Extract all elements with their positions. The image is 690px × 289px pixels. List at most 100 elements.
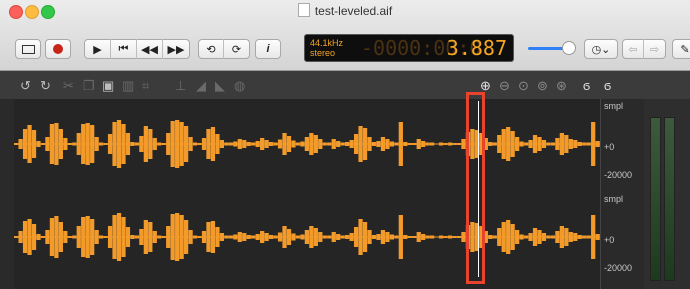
waveform-segment	[219, 140, 225, 148]
play-button[interactable]: ▶	[85, 39, 111, 59]
silence-icon[interactable]: ⊥	[175, 79, 186, 93]
waveform-segment	[515, 230, 520, 244]
waveform-segment	[497, 135, 502, 153]
waveform-segment	[537, 137, 542, 151]
loop-group: ⟲ ⟳	[198, 39, 250, 59]
playhead[interactable]	[478, 101, 479, 277]
waveform-segment	[318, 232, 323, 242]
waveform-segment	[407, 143, 412, 145]
waveform-segment	[152, 138, 157, 150]
time-value: 3.887	[446, 36, 507, 60]
waveform-segment	[206, 129, 211, 159]
waveform-segment	[353, 227, 359, 247]
undo-icon[interactable]: ↺	[20, 79, 31, 93]
waveform-segment	[367, 137, 372, 151]
waveform-segment	[582, 142, 587, 146]
waveform-segment	[192, 142, 198, 146]
waveform-segment	[389, 141, 395, 147]
crop-icon[interactable]: ⌗	[142, 79, 149, 93]
waveform-segment	[161, 236, 166, 238]
effects-icon: ✎	[680, 43, 690, 56]
waveform-segment	[340, 142, 345, 146]
waveform-segment	[81, 124, 86, 164]
waveform-segment	[286, 229, 292, 245]
waveform-segment	[116, 213, 122, 261]
redo-icon[interactable]: ↻	[40, 79, 51, 93]
cut-icon[interactable]: ✂	[63, 79, 74, 93]
waveform-segment	[76, 133, 81, 155]
waveform-segment	[27, 219, 32, 255]
play-icon: ▶	[93, 43, 102, 56]
waveform-segment	[67, 143, 72, 145]
waveform-segment	[251, 142, 256, 146]
waveform-segment	[125, 227, 131, 247]
waveform-segment	[14, 236, 19, 238]
loop-button[interactable]: ⟲	[199, 39, 225, 59]
waveform-segment	[98, 142, 104, 146]
waveform-segment	[228, 235, 233, 239]
waveform-segment	[85, 123, 90, 165]
waveform-segment	[183, 126, 189, 162]
waveform-segment	[201, 231, 207, 243]
waveform-segment	[461, 232, 466, 242]
paste-icon[interactable]: ▣	[102, 79, 114, 93]
waveform-segment	[192, 235, 198, 239]
zoom-fit-icon[interactable]: ⊚	[537, 78, 548, 94]
fade-in-icon[interactable]: ◢	[196, 79, 206, 93]
waveform-segment	[179, 215, 184, 259]
waveform-segment	[506, 127, 511, 161]
waveform-segment	[183, 220, 189, 254]
loop-selection-button[interactable]: ⟳	[224, 39, 249, 59]
waveform-segment	[268, 235, 274, 239]
forward-button[interactable]: ⇨	[644, 39, 665, 59]
waveform-channel-right[interactable]	[14, 194, 600, 280]
scale-neg-bottom: -20000	[604, 263, 633, 273]
waveform-segment	[103, 236, 108, 238]
volume-slider-track[interactable]	[528, 47, 566, 50]
waveform-segment	[362, 222, 368, 252]
zoom-all-icon[interactable]: ⊛	[556, 78, 567, 94]
sidebar-toggle-button[interactable]	[15, 39, 41, 59]
waveform-segment	[94, 137, 99, 151]
copy-icon[interactable]: ❐	[83, 79, 95, 93]
waveform-segment	[273, 235, 278, 239]
waveform-segment	[63, 138, 68, 150]
waveform-scale-icon[interactable]: ϭ	[583, 78, 590, 93]
waveform-segment	[224, 235, 229, 239]
waveform-segment	[143, 126, 148, 162]
fast-forward-button[interactable]: ▶▶	[163, 39, 189, 59]
waveform-segment	[197, 236, 202, 238]
waveform-segment	[282, 133, 287, 155]
history-button[interactable]: ◷⌄	[584, 39, 618, 59]
record-button[interactable]	[45, 39, 71, 59]
waveform-segment	[148, 129, 153, 159]
highlight-box	[466, 92, 485, 284]
waveform-segment	[219, 233, 225, 241]
delete-icon[interactable]: ▥	[122, 79, 134, 93]
waveform-segment	[447, 235, 453, 239]
info-button[interactable]: i	[255, 39, 281, 59]
zoom-out-icon[interactable]: ⊖	[499, 78, 510, 94]
volume-slider-knob[interactable]	[562, 41, 576, 55]
rewind-button[interactable]: ◀◀	[137, 39, 163, 59]
waveform-segment	[197, 143, 202, 145]
waveform-segment	[170, 121, 175, 167]
back-button[interactable]: ⇦	[623, 39, 645, 59]
waveform-segment	[166, 133, 171, 155]
zoom-selection-icon[interactable]: ⊙	[518, 78, 529, 94]
go-to-start-button[interactable]: ⏮	[111, 39, 137, 59]
waveform-segment	[398, 122, 403, 166]
waveform-segment	[85, 216, 90, 258]
effects-button[interactable]: ✎	[672, 39, 690, 59]
waveform-segment	[438, 142, 444, 146]
waveform-segment	[143, 220, 148, 254]
waveform-segment	[148, 222, 153, 252]
waveform-channel-left[interactable]	[14, 101, 600, 187]
spectrum-scale-icon[interactable]: ϭ	[604, 78, 611, 93]
fade-out-icon[interactable]: ◣	[215, 79, 225, 93]
normalize-icon[interactable]: ◍	[234, 79, 245, 93]
waveform-segment	[291, 140, 296, 148]
waveform-segment	[376, 234, 381, 240]
waveform-segment	[139, 229, 144, 245]
waveform-segment	[421, 234, 426, 240]
